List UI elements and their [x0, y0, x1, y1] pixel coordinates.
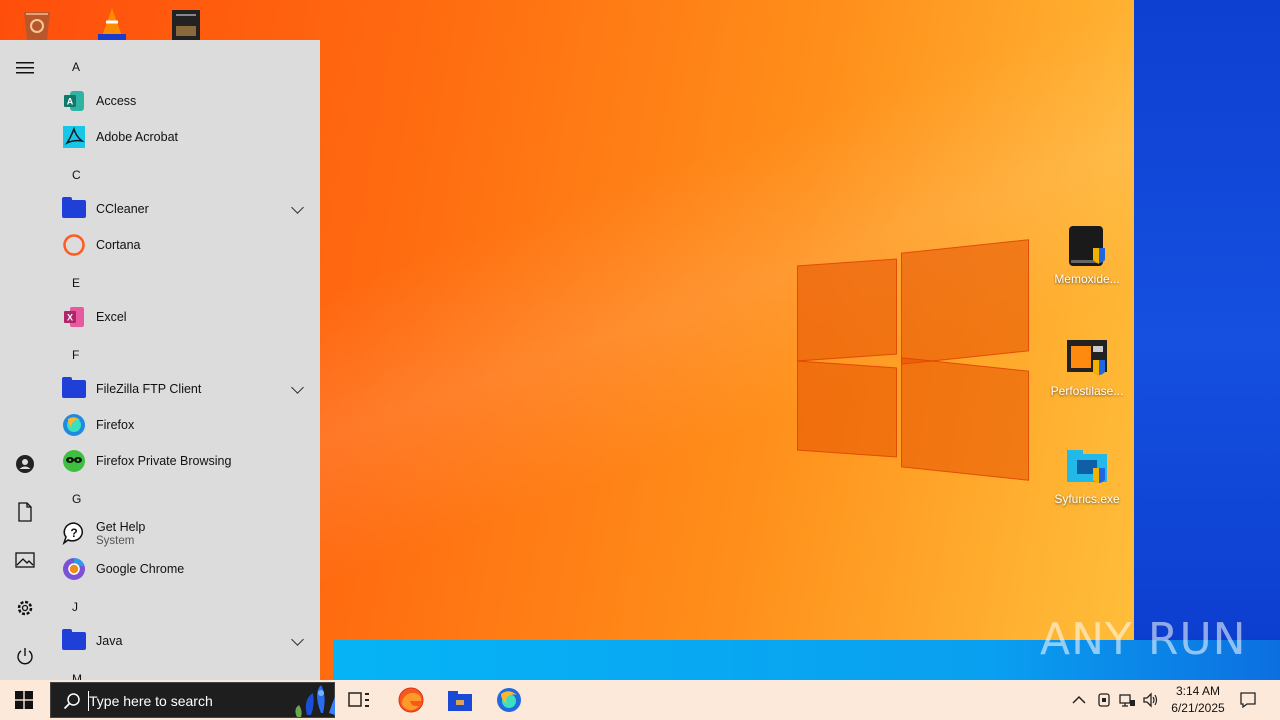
clock-time: 3:14 AM	[1175, 684, 1221, 698]
app-google-chrome[interactable]: Google Chrome	[62, 553, 314, 585]
start-menu: A A Access Adobe Acrobat C CCleaner Cort…	[0, 40, 320, 680]
pictures-icon[interactable]	[13, 548, 37, 572]
svg-text:A: A	[67, 97, 74, 107]
app-label: FileZilla FTP Client	[96, 381, 202, 396]
taskbar-search-box[interactable]: Type here to search	[50, 682, 335, 718]
section-letter-c[interactable]: C	[72, 168, 81, 182]
clock-date: 6/21/2025	[1171, 701, 1225, 715]
app-label: Excel	[96, 309, 127, 324]
app-label: CCleaner	[96, 201, 149, 216]
search-icon	[63, 693, 80, 710]
app-cortana[interactable]: Cortana	[62, 229, 314, 261]
desktop-icon-memoxide[interactable]: Memoxide...	[1045, 224, 1129, 286]
app-label: Cortana	[96, 237, 141, 252]
app-label: Access	[96, 93, 137, 108]
power-icon[interactable]	[13, 644, 37, 668]
desktop-icon-perfostilase[interactable]: Perfostilase...	[1045, 336, 1129, 398]
app-access[interactable]: A Access	[62, 85, 314, 117]
app-java[interactable]: Java	[62, 625, 314, 657]
app-list: A A Access Adobe Acrobat C CCleaner Cort…	[50, 40, 320, 680]
hamburger-menu-icon[interactable]	[13, 56, 37, 80]
tray-device-icon[interactable]	[1094, 680, 1114, 720]
chevron-down-icon[interactable]	[291, 633, 304, 646]
wallpaper-logo-pane	[797, 258, 897, 362]
app-excel[interactable]: X Excel	[62, 301, 314, 333]
firefox-taskbar-icon[interactable]	[495, 686, 523, 714]
search-placeholder: Type here to search	[89, 693, 213, 709]
section-letter-a[interactable]: A	[72, 60, 80, 74]
anyrun-watermark: ANY RUN	[1040, 614, 1247, 665]
folder-icon	[62, 629, 86, 653]
desktop-icon-label: Perfostilase...	[1050, 384, 1124, 398]
section-letter-e[interactable]: E	[72, 276, 80, 290]
settings-gear-icon[interactable]	[13, 596, 37, 620]
chevron-down-icon[interactable]	[291, 381, 304, 394]
taskbar-clock[interactable]: 3:14 AM 6/21/2025	[1160, 683, 1236, 717]
svg-text:X: X	[67, 313, 73, 323]
firefox-icon	[62, 413, 86, 437]
edge-icon[interactable]	[397, 686, 425, 714]
firefox-private-icon	[62, 449, 86, 473]
chrome-icon	[62, 557, 86, 581]
app-firefox-private[interactable]: Firefox Private Browsing	[62, 445, 314, 477]
taskbar: Type here to search 3:14 AM 6/21/2025	[0, 680, 1280, 720]
start-button[interactable]	[0, 680, 48, 720]
section-letter-f[interactable]: F	[72, 348, 79, 362]
acrobat-icon	[62, 125, 86, 149]
svg-text:?: ?	[70, 526, 77, 540]
app-label: Java	[96, 633, 123, 648]
excel-icon: X	[62, 305, 86, 329]
tray-overflow-chevron-icon[interactable]	[1068, 680, 1090, 720]
folder-shortcut-icon	[1065, 444, 1109, 488]
volume-icon[interactable]	[1140, 680, 1162, 720]
folder-icon	[62, 377, 86, 401]
wallpaper-logo-pane	[901, 239, 1029, 365]
app-get-help[interactable]: ? Get Help System	[62, 517, 314, 549]
recycle-bin-icon[interactable]	[18, 8, 58, 42]
documents-icon[interactable]	[13, 500, 37, 524]
section-letter-j[interactable]: J	[72, 600, 78, 614]
app-sublabel: System	[96, 534, 135, 547]
desktop-icon-label: Syfurics.exe	[1054, 492, 1120, 506]
access-icon: A	[62, 89, 86, 113]
user-account-icon[interactable]	[13, 452, 37, 476]
chevron-down-icon[interactable]	[291, 201, 304, 214]
app-ccleaner[interactable]: CCleaner	[62, 193, 314, 225]
app-label: Adobe Acrobat	[96, 129, 179, 144]
app-label: Firefox Private Browsing	[96, 453, 232, 468]
section-letter-g[interactable]: G	[72, 492, 81, 506]
help-icon: ?	[62, 521, 86, 546]
app-label: Google Chrome	[96, 561, 185, 576]
vlc-icon[interactable]	[92, 6, 132, 40]
app-label: Get Help	[96, 519, 146, 534]
folder-icon	[62, 197, 86, 221]
application-window-icon	[1065, 336, 1109, 380]
start-menu-rail	[0, 40, 50, 680]
app-adobe-acrobat[interactable]: Adobe Acrobat	[62, 121, 314, 153]
file-explorer-icon[interactable]	[446, 686, 474, 714]
document-icon[interactable]	[168, 8, 208, 42]
wallpaper-blue-strip	[1134, 0, 1280, 680]
desktop-icon-label: Memoxide...	[1054, 272, 1120, 286]
executable-shield-icon	[1065, 224, 1109, 268]
wallpaper-logo-pane	[901, 357, 1029, 481]
notification-center-icon[interactable]	[1236, 680, 1260, 720]
search-highlight-flowers-icon	[295, 685, 335, 717]
wallpaper-logo-pane	[797, 360, 897, 458]
cortana-icon	[62, 233, 86, 257]
desktop-icon-syfurics[interactable]: Syfurics.exe	[1045, 444, 1129, 506]
network-icon[interactable]	[1116, 680, 1138, 720]
app-filezilla[interactable]: FileZilla FTP Client	[62, 373, 314, 405]
app-label: Firefox	[96, 417, 135, 432]
task-view-icon[interactable]	[346, 688, 374, 716]
app-firefox[interactable]: Firefox	[62, 409, 314, 441]
section-letter-m[interactable]: M	[72, 672, 82, 680]
windows-logo-icon	[15, 691, 33, 709]
